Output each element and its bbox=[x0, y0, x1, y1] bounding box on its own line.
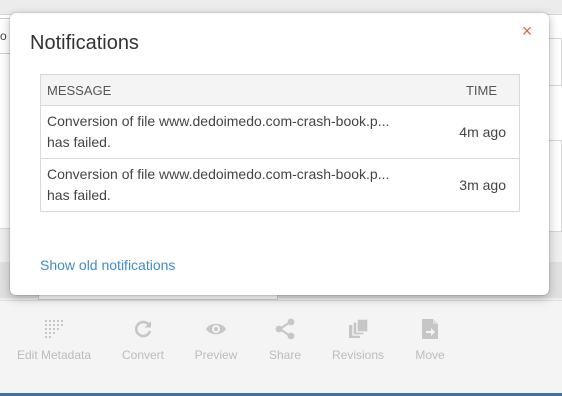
eye-icon bbox=[206, 323, 226, 335]
preview-label: Preview bbox=[194, 348, 238, 362]
share-icon bbox=[275, 318, 295, 340]
background-search-text: o bbox=[0, 29, 7, 43]
notifications-dialog: Notifications × MESSAGE TIME Conversion … bbox=[10, 13, 549, 295]
share-label: Share bbox=[268, 348, 302, 362]
refresh-icon bbox=[135, 320, 152, 338]
notification-message: Conversion of file www.dedoimedo.com-cra… bbox=[40, 158, 436, 212]
message-line: Conversion of file www.dedoimedo.com-cra… bbox=[47, 166, 390, 182]
background-right-panel bbox=[548, 140, 562, 232]
message-line: Conversion of file www.dedoimedo.com-cra… bbox=[47, 113, 390, 129]
preview-button[interactable]: Preview bbox=[191, 318, 241, 362]
convert-button[interactable]: Convert bbox=[118, 318, 168, 362]
move-file-icon bbox=[422, 319, 438, 339]
grid-icon bbox=[45, 320, 63, 338]
notifications-table: MESSAGE TIME Conversion of file www.dedo… bbox=[40, 74, 520, 212]
copy-icon bbox=[349, 318, 369, 338]
close-icon[interactable]: × bbox=[518, 21, 536, 41]
revisions-label: Revisions bbox=[331, 348, 385, 362]
table-row: Conversion of file www.dedoimedo.com-cra… bbox=[40, 158, 520, 212]
notification-time: 4m ago bbox=[435, 105, 520, 159]
revisions-button[interactable]: Revisions bbox=[328, 318, 388, 362]
dialog-title: Notifications bbox=[30, 32, 139, 54]
column-header-time: TIME bbox=[435, 74, 520, 106]
background-right-tab bbox=[548, 38, 562, 86]
table-header-row: MESSAGE TIME bbox=[40, 74, 520, 106]
message-line: has failed. bbox=[47, 134, 111, 150]
table-row: Conversion of file www.dedoimedo.com-cra… bbox=[40, 105, 520, 159]
move-button[interactable]: Move bbox=[410, 318, 450, 362]
notification-message: Conversion of file www.dedoimedo.com-cra… bbox=[40, 105, 436, 159]
message-line: has failed. bbox=[47, 187, 111, 203]
edit-metadata-button[interactable]: Edit Metadata bbox=[17, 318, 91, 362]
move-label: Move bbox=[415, 348, 445, 362]
share-button[interactable]: Share bbox=[262, 318, 308, 362]
show-old-notifications-link[interactable]: Show old notifications bbox=[40, 257, 175, 273]
edit-metadata-label: Edit Metadata bbox=[16, 348, 92, 362]
column-header-message: MESSAGE bbox=[40, 74, 436, 106]
notification-time: 3m ago bbox=[435, 158, 520, 212]
convert-label: Convert bbox=[121, 348, 165, 362]
